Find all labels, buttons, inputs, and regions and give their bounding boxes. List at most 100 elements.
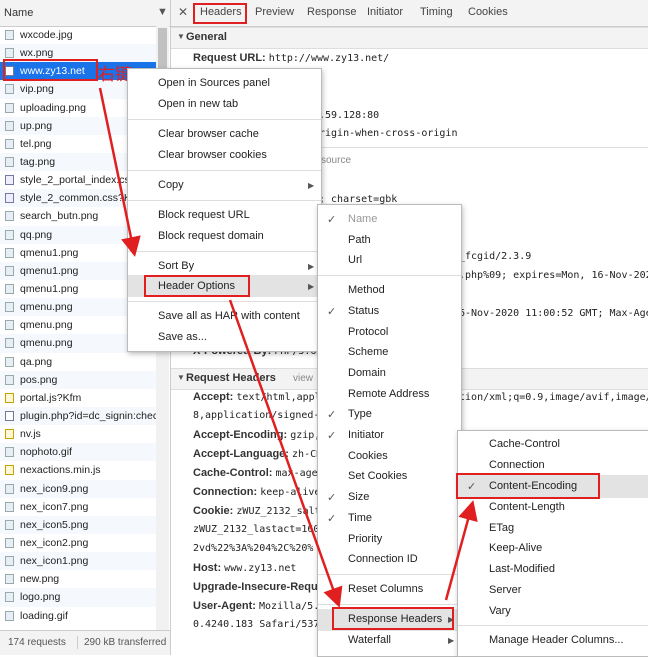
general-section-header[interactable]: ▼ General	[171, 27, 648, 49]
menu-block-domain[interactable]: Block request domain	[158, 230, 264, 242]
image-file-icon	[5, 320, 14, 331]
view-source-link[interactable]: source	[321, 155, 351, 166]
request-name: vip.png	[20, 83, 54, 96]
request-row[interactable]: new.png	[0, 570, 156, 588]
name-column-label: Name	[4, 7, 34, 19]
image-file-icon	[5, 610, 14, 621]
rh-manage-columns[interactable]: Manage Header Columns...	[489, 634, 624, 646]
reset-columns[interactable]: Reset Columns	[348, 583, 423, 595]
rh-last-modified[interactable]: Last-Modified	[489, 563, 555, 575]
request-row[interactable]: nexactions.min.js	[0, 461, 156, 479]
sort-icon[interactable]: ▼	[157, 6, 168, 18]
check-icon: ✓	[327, 306, 337, 318]
request-name: portal.js?Kfm	[20, 391, 82, 404]
menu-copy[interactable]: Copy	[158, 179, 184, 191]
transferred-size: 290 kB transferred	[84, 637, 167, 648]
request-row[interactable]: nex_icon9.png	[0, 479, 156, 498]
request-name: nex_icon2.png	[20, 536, 89, 549]
request-row[interactable]: plugin.php?id=dc_signin:chec	[0, 406, 156, 426]
request-url-label: Request URL:	[193, 52, 266, 64]
column-cookies[interactable]: Cookies	[348, 450, 388, 462]
request-row[interactable]: nex_icon1.png	[0, 552, 156, 571]
tab-initiator[interactable]: Initiator	[367, 6, 403, 18]
image-file-icon	[5, 84, 14, 95]
tab-timing[interactable]: Timing	[420, 6, 453, 18]
request-row[interactable]: wxcode.jpg	[0, 26, 156, 44]
response-headers-highlight	[332, 607, 454, 630]
check-icon: ✓	[327, 214, 337, 226]
cookie-line3: 2vd%22%3A%204%2C%20%	[193, 543, 314, 554]
rh-keep-alive[interactable]: Keep-Alive	[489, 542, 542, 554]
request-row[interactable]: nophoto.gif	[0, 443, 156, 462]
js-file-icon	[5, 465, 14, 476]
request-headers-title: Request Headers	[186, 372, 276, 384]
column-domain[interactable]: Domain	[348, 367, 386, 379]
css-file-icon	[5, 175, 14, 186]
request-row[interactable]: portal.js?Kfm	[0, 389, 156, 407]
column-time[interactable]: Time	[348, 512, 372, 524]
column-priority[interactable]: Priority	[348, 533, 382, 545]
column-remote-address[interactable]: Remote Address	[348, 388, 429, 400]
column-size[interactable]: Size	[348, 491, 369, 503]
request-row[interactable]: nex_icon2.png	[0, 534, 156, 552]
image-file-icon	[5, 138, 14, 149]
column-connection-id[interactable]: Connection ID	[348, 553, 418, 565]
name-column-header[interactable]: Name ▼	[0, 0, 170, 27]
rh-cache-control[interactable]: Cache-Control	[489, 438, 560, 450]
request-name: uploading.png	[20, 101, 86, 114]
accept-encoding-row: Accept-Encoding: gzip,	[193, 429, 321, 441]
column-method[interactable]: Method	[348, 284, 385, 296]
request-name: nexactions.min.js	[20, 464, 101, 477]
image-file-icon	[5, 483, 14, 494]
menu-sort-by[interactable]: Sort By	[158, 260, 194, 272]
close-icon[interactable]: ✕	[178, 5, 188, 19]
tab-response[interactable]: Response	[307, 6, 357, 18]
request-name: nex_icon7.png	[20, 500, 89, 513]
tab-cookies[interactable]: Cookies	[468, 6, 508, 18]
request-row[interactable]: logo.png	[0, 588, 156, 607]
column-url[interactable]: Url	[348, 254, 362, 266]
view-source-link[interactable]: view	[293, 373, 313, 384]
menu-waterfall[interactable]: Waterfall	[348, 634, 391, 646]
image-file-icon	[5, 48, 14, 59]
request-row[interactable]: qa.png	[0, 353, 156, 371]
tab-preview[interactable]: Preview	[255, 6, 294, 18]
column-status[interactable]: Status	[348, 305, 379, 317]
request-row[interactable]: pos.png	[0, 370, 156, 389]
rh-server[interactable]: Server	[489, 584, 521, 596]
submenu-arrow-icon: ▶	[448, 636, 455, 645]
request-name: plugin.php?id=dc_signin:chec	[20, 409, 156, 422]
column-name[interactable]: Name	[348, 213, 377, 225]
column-type[interactable]: Type	[348, 408, 372, 420]
request-name: qmenu.png	[20, 337, 73, 350]
column-initiator[interactable]: Initiator	[348, 429, 384, 441]
column-path[interactable]: Path	[348, 234, 371, 246]
menu-separator	[128, 170, 321, 171]
request-row[interactable]: nv.js	[0, 425, 156, 443]
rh-connection[interactable]: Connection	[489, 459, 545, 471]
rh-etag[interactable]: ETag	[489, 522, 514, 534]
request-name: logo.png	[20, 591, 61, 604]
request-row[interactable]: loading.gif	[0, 607, 156, 625]
column-scheme[interactable]: Scheme	[348, 346, 388, 358]
menu-clear-cookies[interactable]: Clear browser cookies	[158, 149, 267, 161]
menu-open-new-tab[interactable]: Open in new tab	[158, 98, 238, 110]
image-file-icon	[5, 283, 14, 294]
rh-content-length[interactable]: Content-Length	[489, 501, 565, 513]
column-set-cookies[interactable]: Set Cookies	[348, 470, 407, 482]
image-file-icon	[5, 211, 14, 222]
column-protocol[interactable]: Protocol	[348, 326, 388, 338]
rh-vary[interactable]: Vary	[489, 605, 511, 617]
menu-clear-cache[interactable]: Clear browser cache	[158, 128, 259, 140]
menu-save-har[interactable]: Save all as HAR with content	[158, 310, 300, 322]
request-name: nophoto.gif	[20, 446, 72, 459]
request-name: nex_icon5.png	[20, 518, 89, 531]
request-row[interactable]: nex_icon5.png	[0, 515, 156, 534]
menu-block-url[interactable]: Block request URL	[158, 209, 250, 221]
image-file-icon	[5, 592, 14, 603]
menu-open-sources[interactable]: Open in Sources panel	[158, 77, 270, 89]
request-row[interactable]: nex_icon7.png	[0, 498, 156, 516]
remote-address-fragment: .59.128:80	[319, 110, 380, 121]
menu-save-as[interactable]: Save as...	[158, 331, 207, 343]
request-name: tel.png	[20, 137, 52, 150]
